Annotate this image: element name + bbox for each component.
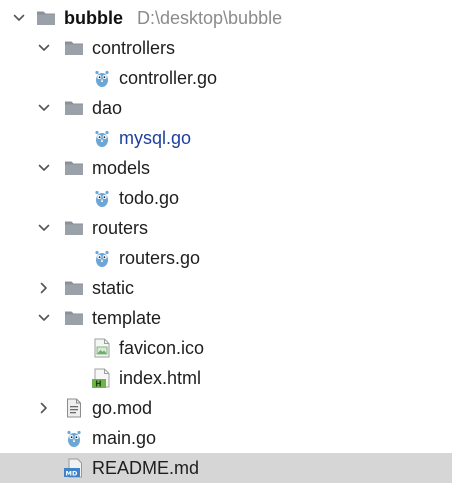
tree-row-controller-go[interactable]: controller.go [0,63,452,93]
tree-row-index-html[interactable]: index.html [0,363,452,393]
chevron-right-icon[interactable] [38,282,50,294]
gopher-icon [92,248,112,268]
tree-item-label: controller.go [119,68,218,88]
tree-row-models[interactable]: models [0,153,452,183]
tree-item-label: go.mod [92,398,153,418]
project-name: bubble [64,8,123,28]
tree-item-label: routers [92,218,149,238]
tree-item-label: README.md [92,458,200,478]
tree-row-routers[interactable]: routers [0,213,452,243]
project-tree: bubble D:\desktop\bubble controllers con… [0,3,452,483]
gopher-icon [64,428,84,448]
tree-row-readme-md[interactable]: README.md [0,453,452,483]
tree-row-todo-go[interactable]: todo.go [0,183,452,213]
tree-item-label: models [92,158,151,178]
folder-icon [64,98,84,118]
tree-item-label: favicon.ico [119,338,205,358]
chevron-down-icon[interactable] [38,222,50,234]
chevron-down-icon[interactable] [38,42,50,54]
tree-item-label: index.html [119,368,202,388]
tree-row-go-mod[interactable]: go.mod [0,393,452,423]
gopher-icon [92,68,112,88]
chevron-down-icon[interactable] [38,162,50,174]
folder-icon [64,278,84,298]
tree-row-controllers[interactable]: controllers [0,33,452,63]
tree-row-template[interactable]: template [0,303,452,333]
html-file-icon [92,368,112,388]
image-file-icon [92,338,112,358]
gopher-icon [92,128,112,148]
folder-icon [64,308,84,328]
tree-item-label: main.go [92,428,157,448]
folder-icon [64,38,84,58]
tree-row-static[interactable]: static [0,273,452,303]
tree-item-label: routers.go [119,248,201,268]
tree-item-label: template [92,308,162,328]
tree-item-label: controllers [92,38,176,58]
tree-row-favicon-ico[interactable]: favicon.ico [0,333,452,363]
markdown-file-icon [64,458,84,478]
tree-item-label: dao [92,98,123,118]
tree-row-main-go[interactable]: main.go [0,423,452,453]
folder-icon [64,158,84,178]
tree-row-routers-go[interactable]: routers.go [0,243,452,273]
gopher-icon [92,188,112,208]
folder-icon [64,218,84,238]
tree-item-label: static [92,278,135,298]
chevron-down-icon[interactable] [13,12,25,24]
tree-row-mysql-go[interactable]: mysql.go [0,123,452,153]
folder-icon [36,8,56,28]
tree-row-dao[interactable]: dao [0,93,452,123]
tree-row-bubble[interactable]: bubble D:\desktop\bubble [0,3,452,33]
chevron-down-icon[interactable] [38,102,50,114]
text-file-icon [64,398,84,418]
chevron-down-icon[interactable] [38,312,50,324]
tree-item-label: todo.go [119,188,180,208]
tree-item-label: mysql.go [119,128,192,148]
project-path: D:\desktop\bubble [137,8,283,28]
chevron-right-icon[interactable] [38,402,50,414]
